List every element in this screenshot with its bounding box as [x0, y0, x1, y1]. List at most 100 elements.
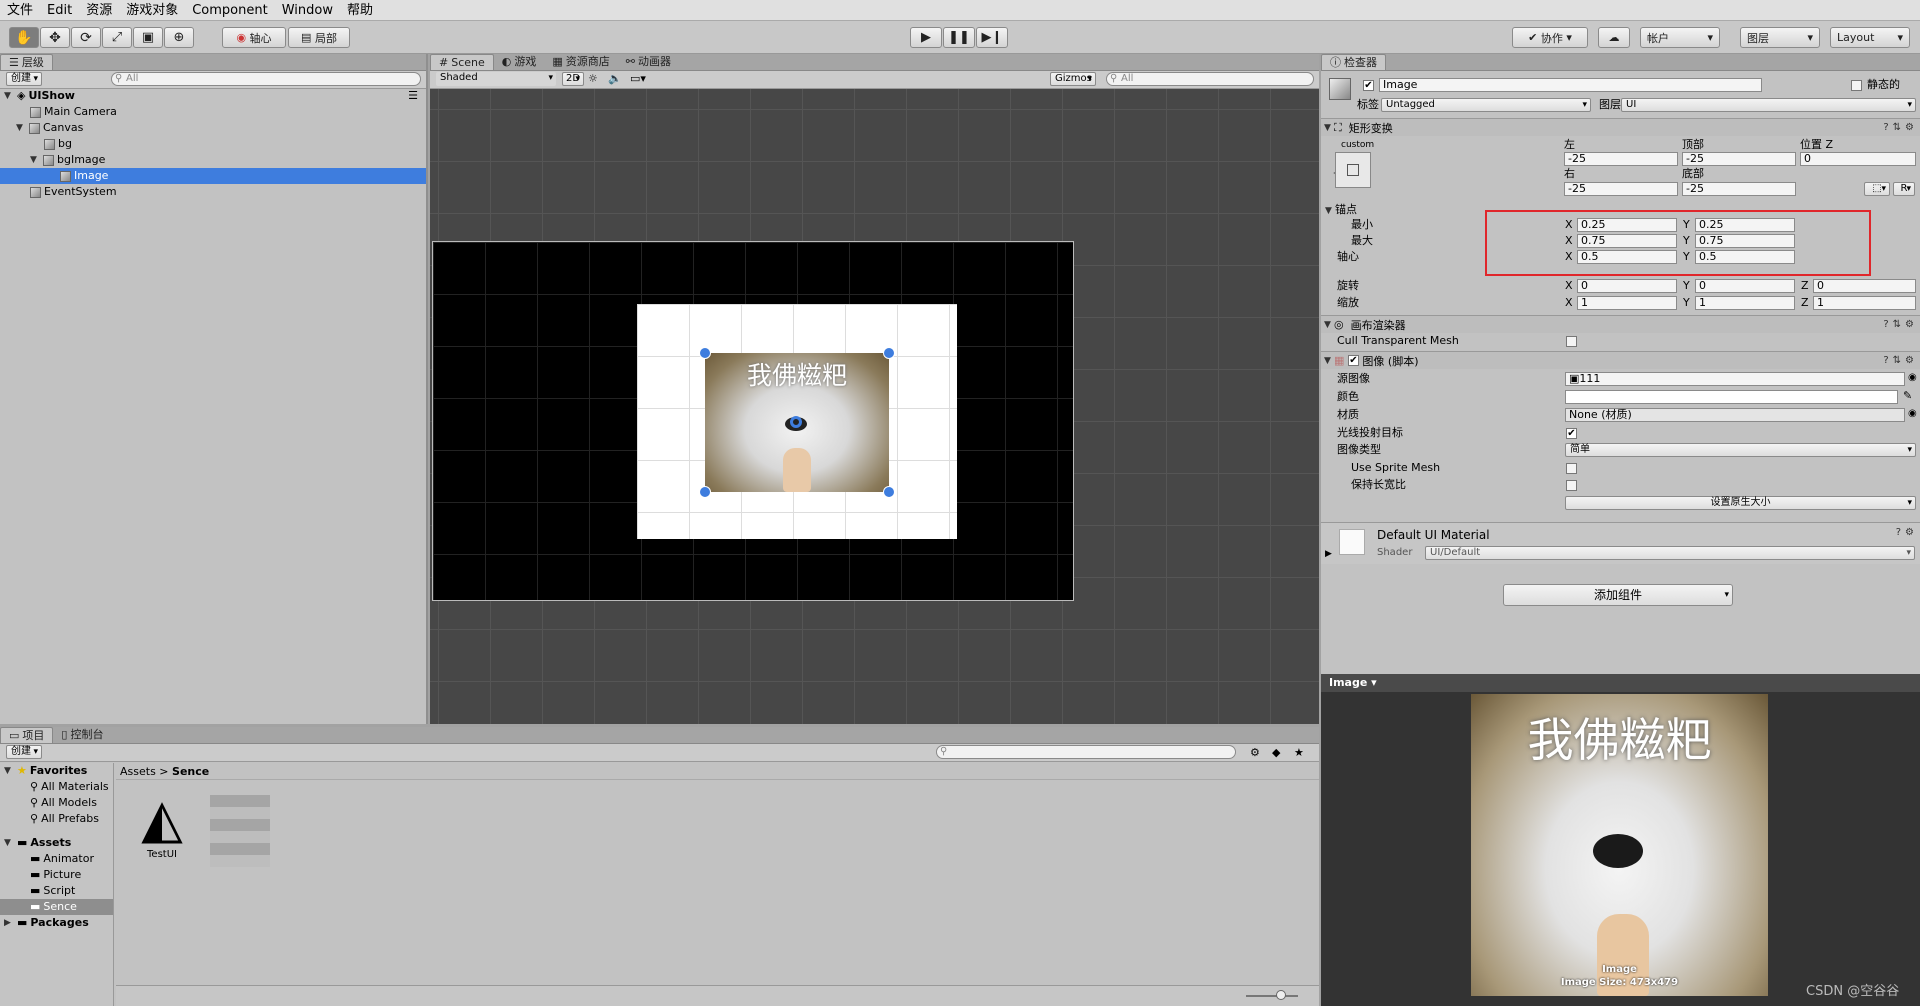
scene-menu-icon[interactable]: ☰ [408, 88, 418, 104]
assets-root[interactable]: ▼ ▬ Assets [4, 835, 71, 851]
lighting-icon[interactable]: ☼ [588, 72, 598, 85]
scale-x-field[interactable]: 1 [1577, 296, 1677, 310]
hierarchy-search-input[interactable]: ⚲ All [111, 72, 421, 86]
zoom-slider[interactable] [1246, 995, 1298, 997]
create-dropdown[interactable]: 创建 [6, 745, 42, 759]
tree-item-eventsystem[interactable]: EventSystem [30, 184, 117, 200]
material-field[interactable]: None (材质) [1565, 408, 1905, 422]
scale-tool-button[interactable]: ⤢ [102, 27, 132, 48]
effects-icon[interactable]: ▭▾ [630, 72, 646, 85]
expand-icon[interactable]: ▼ [1325, 204, 1335, 218]
expand-icon[interactable]: ▼ [1324, 123, 1334, 133]
object-picker-icon[interactable]: ◉ [1908, 372, 1917, 383]
favorites-root[interactable]: ▼ ★ Favorites [4, 763, 87, 779]
gear-icon[interactable]: ⚙ [1905, 527, 1914, 538]
tab-asset-store[interactable]: ▦ 资源商店 [544, 54, 617, 70]
anchor-handle-tr[interactable] [883, 347, 895, 359]
packages-root[interactable]: ▶ ▬ Packages [4, 915, 89, 931]
object-picker-icon[interactable]: ◉ [1908, 408, 1917, 419]
folder-picture[interactable]: ▬ Picture [30, 867, 81, 883]
expand-icon[interactable]: ▼ [4, 88, 14, 104]
tab-project[interactable]: ▭ 项目 [0, 727, 54, 743]
layout-dropdown[interactable]: Layout ▾ [1830, 27, 1910, 48]
right-field[interactable]: -25 [1564, 182, 1678, 196]
bottom-field[interactable]: -25 [1682, 182, 1796, 196]
posz-field[interactable]: 0 [1800, 152, 1916, 166]
filter-label-icon[interactable]: ◆ [1272, 746, 1280, 759]
menu-edit[interactable]: Edit [40, 0, 79, 21]
expand-icon[interactable]: ▼ [4, 763, 14, 779]
step-button[interactable]: ▶❙ [976, 27, 1008, 48]
anchor-preset-button[interactable] [1335, 152, 1371, 188]
create-dropdown[interactable]: 创建 [6, 72, 42, 86]
breadcrumb-sence[interactable]: Sence [172, 765, 209, 778]
breadcrumb-assets[interactable]: Assets [120, 765, 156, 778]
menu-window[interactable]: Window [275, 0, 340, 21]
add-component-button[interactable]: 添加组件 [1503, 584, 1733, 606]
preset-icon[interactable]: ⇅ [1893, 355, 1901, 366]
anchors-row[interactable]: ▼ 锚点 [1325, 203, 1357, 218]
menu-gameobject[interactable]: 游戏对象 [119, 0, 185, 21]
tree-item-image[interactable]: Image [0, 168, 426, 184]
project-search-input[interactable]: ⚲ [936, 745, 1236, 759]
sprite-mesh-checkbox[interactable] [1566, 463, 1577, 474]
cull-checkbox[interactable] [1566, 336, 1577, 347]
raw-edit-button[interactable]: R [1893, 182, 1915, 196]
anchor-handle-tl[interactable] [699, 347, 711, 359]
expand-icon[interactable]: ▼ [1324, 320, 1334, 330]
tree-item-canvas[interactable]: ▼ Canvas [16, 120, 83, 136]
mode-2d-toggle[interactable]: 2D [562, 72, 584, 86]
rotation-y-field[interactable]: 0 [1695, 279, 1795, 293]
tab-console[interactable]: ▯ 控制台 [53, 727, 111, 743]
filter-type-icon[interactable]: ⚙ [1250, 746, 1260, 759]
blueprint-button[interactable]: ⬚ [1864, 182, 1890, 196]
play-button[interactable]: ▶ [910, 27, 942, 48]
menu-help[interactable]: 帮助 [340, 0, 380, 21]
account-dropdown[interactable]: 帐户 ▾ [1640, 27, 1720, 48]
color-field[interactable] [1565, 390, 1898, 404]
folder-sence[interactable]: ▬ Sence [0, 899, 113, 915]
tab-hierarchy[interactable]: ☰ 层级 [0, 54, 53, 70]
collab-dropdown[interactable]: ✔ 协作 ▾ [1512, 27, 1588, 48]
eyedropper-icon[interactable]: ✎ [1903, 389, 1912, 402]
help-icon[interactable]: ? [1883, 355, 1888, 366]
preview-header[interactable]: Image ▾ [1321, 674, 1920, 692]
fav-all-models[interactable]: ⚲ All Models [30, 795, 97, 811]
gear-icon[interactable]: ⚙ [1905, 319, 1914, 330]
expand-icon[interactable]: ▼ [1324, 356, 1334, 366]
scene-search-input[interactable]: ⚲ All [1106, 72, 1314, 86]
source-image-field[interactable]: ▣111 [1565, 372, 1905, 386]
image-component-header[interactable]: ▼ ▦ ✔ 图像 (脚本) ? ⇅ ⚙ [1321, 351, 1920, 369]
cloud-button[interactable]: ☁ [1598, 27, 1630, 48]
move-tool-button[interactable]: ✥ [40, 27, 70, 48]
help-icon[interactable]: ? [1883, 319, 1888, 330]
rect-tool-button[interactable]: ▣ [133, 27, 163, 48]
gear-icon[interactable]: ⚙ [1905, 355, 1914, 366]
pause-button[interactable]: ❚❚ [943, 27, 975, 48]
scale-y-field[interactable]: 1 [1695, 296, 1795, 310]
star-icon[interactable]: ★ [1294, 746, 1304, 759]
tree-item-bg[interactable]: bg [44, 136, 72, 152]
tab-animator[interactable]: ⚯ 动画器 [618, 54, 679, 70]
static-checkbox[interactable] [1851, 80, 1862, 91]
preset-icon[interactable]: ⇅ [1893, 122, 1901, 133]
local-toggle[interactable]: ▤ 局部 [288, 27, 350, 48]
hand-tool-button[interactable]: ✋ [9, 27, 39, 48]
raycast-checkbox[interactable]: ✔ [1566, 428, 1577, 439]
canvas-renderer-header[interactable]: ▼ ◎ 画布渲染器 ? ⇅ ⚙ [1321, 315, 1920, 333]
menu-assets[interactable]: 资源 [79, 0, 119, 21]
fav-all-materials[interactable]: ⚲ All Materials [30, 779, 109, 795]
folder-animator[interactable]: ▬ Animator [30, 851, 94, 867]
tree-item-main-camera[interactable]: Main Camera [30, 104, 117, 120]
collapse-icon[interactable]: ▶ [4, 915, 14, 931]
shader-dropdown[interactable]: UI/Default [1425, 546, 1915, 560]
image-type-dropdown[interactable]: 简单 [1565, 443, 1916, 457]
pivot-toggle[interactable]: ◉ 轴心 [222, 27, 286, 48]
tab-scene[interactable]: # Scene [430, 54, 494, 70]
anchor-handle-bl[interactable] [699, 486, 711, 498]
scale-z-field[interactable]: 1 [1813, 296, 1916, 310]
audio-icon[interactable]: 🔈 [608, 72, 622, 85]
gear-icon[interactable]: ⚙ [1905, 122, 1914, 133]
top-field[interactable]: -25 [1682, 152, 1796, 166]
zoom-slider-thumb[interactable] [1276, 990, 1286, 1000]
